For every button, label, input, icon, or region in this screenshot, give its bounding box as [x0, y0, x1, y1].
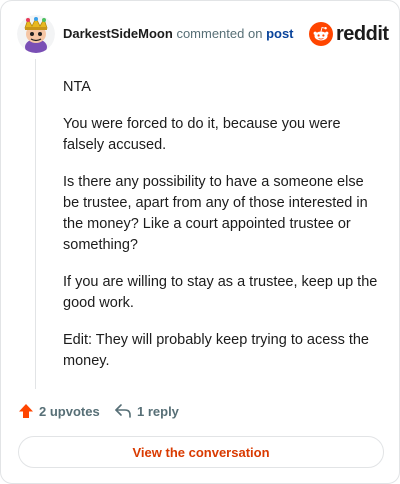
view-conversation-button[interactable]: View the conversation — [18, 436, 384, 468]
comment-paragraph: If you are willing to stay as a trustee,… — [63, 274, 378, 311]
commented-on-text: commented on — [176, 26, 263, 41]
thread-line — [35, 59, 36, 389]
upvote-arrow-icon — [19, 404, 33, 418]
reddit-snoo-icon — [309, 22, 333, 46]
comment-paragraph: Is there any possibility to have a someo… — [63, 174, 368, 253]
comment-paragraph: Edit: They will probably keep trying to … — [63, 332, 370, 369]
upvotes-count: 2 upvotes — [39, 403, 100, 419]
user-avatar[interactable] — [17, 15, 55, 53]
comment-paragraph: You were forced to do it, because you we… — [63, 116, 341, 153]
comment-header: DarkestSideMoon commented on post reddit — [17, 15, 389, 53]
post-link[interactable]: post — [266, 26, 293, 41]
reddit-wordmark: reddit — [336, 23, 389, 45]
username-link[interactable]: DarkestSideMoon — [63, 26, 173, 41]
reply-arrow-icon — [115, 404, 131, 418]
comment-meta: DarkestSideMoon commented on post — [63, 26, 294, 42]
comment-paragraph: NTA — [63, 79, 91, 95]
reply-button[interactable]: 1 reply — [114, 401, 179, 421]
view-conversation-label: View the conversation — [132, 444, 270, 460]
reply-count: 1 reply — [137, 403, 179, 419]
comment-actions: 2 upvotes 1 reply — [18, 401, 378, 421]
comment-embed-card: DarkestSideMoon commented on post reddit… — [0, 0, 400, 484]
upvote-button[interactable]: 2 upvotes — [18, 401, 100, 421]
reddit-logo[interactable]: reddit — [309, 21, 389, 47]
comment-body: NTA You were forced to do it, because yo… — [63, 77, 381, 388]
